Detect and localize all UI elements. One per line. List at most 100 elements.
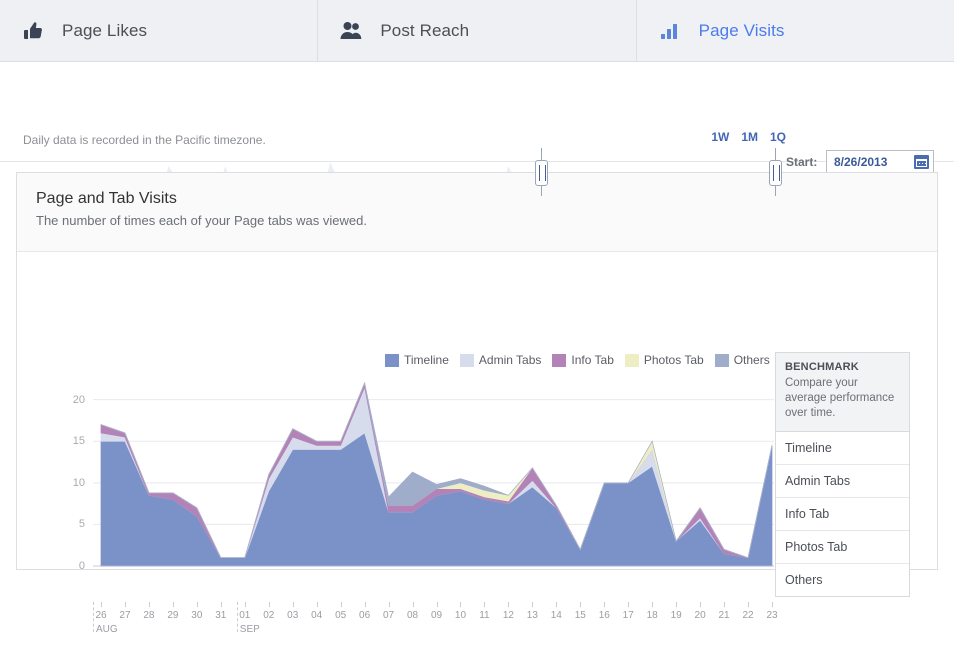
x-axis-tick	[316, 602, 318, 607]
x-axis-tick	[652, 602, 654, 607]
calendar-icon[interactable]	[914, 154, 929, 169]
people-icon	[338, 18, 364, 44]
legend-item-others[interactable]: Others	[714, 353, 770, 367]
legend-label: Info Tab	[571, 353, 614, 367]
x-axis-tick-label: 06	[359, 610, 371, 621]
x-axis-tick-label: 21	[718, 610, 730, 621]
x-axis-tick-label: 15	[574, 610, 586, 621]
x-axis-month-divider	[93, 602, 95, 632]
x-axis-tick-label: 19	[670, 610, 682, 621]
y-axis-tick-label: 20	[72, 393, 85, 406]
tab-page-likes[interactable]: Page Likes	[0, 0, 319, 61]
area-series-timeline[interactable]	[100, 432, 773, 567]
benchmark-subtitle: Compare your average performance over ti…	[785, 377, 895, 420]
benchmark-row-others[interactable]: Others	[776, 564, 909, 596]
date-range-strip: Daily data is recorded in the Pacific ti…	[0, 62, 954, 217]
legend-label: Photos Tab	[643, 353, 704, 367]
x-axis-tick	[604, 602, 606, 607]
benchmark-header: BENCHMARK Compare your average performan…	[776, 353, 909, 432]
x-axis-tick-label: 04	[311, 610, 323, 621]
x-axis-tick-label: 13	[526, 610, 538, 621]
x-axis-month-divider	[236, 602, 239, 632]
x-axis-tick	[220, 602, 222, 607]
x-axis-tick	[724, 602, 726, 607]
x-axis-tick-label: 30	[191, 610, 203, 621]
x-axis-tick	[340, 602, 342, 607]
quick-range-1q[interactable]: 1Q	[770, 130, 786, 144]
page-and-tab-visits-card: Page and Tab Visits The number of times …	[16, 172, 938, 635]
x-axis-tick-label: 26	[95, 610, 107, 621]
benchmark-row-info-tab[interactable]: Info Tab	[776, 498, 909, 531]
benchmark-title: BENCHMARK	[785, 361, 859, 373]
quick-range-1m[interactable]: 1M	[741, 130, 758, 144]
x-axis-tick-label: 10	[454, 610, 467, 621]
brush-handle-start[interactable]	[534, 160, 548, 186]
x-axis-tick	[364, 602, 366, 607]
start-date-label: Start:	[786, 154, 818, 169]
y-axis-tick-label: 15	[72, 435, 85, 448]
x-axis-tick-label: 17	[622, 610, 634, 621]
brush-grip-icon	[773, 165, 780, 181]
quick-range-1w[interactable]: 1W	[711, 130, 729, 144]
benchmark-row-admin-tabs[interactable]: Admin Tabs	[776, 465, 909, 498]
x-axis-tick-label: 16	[598, 610, 610, 621]
x-axis-tick	[484, 602, 486, 607]
legend-swatch-icon	[552, 353, 567, 367]
x-axis-tick	[580, 602, 582, 607]
legend-item-photos-tab[interactable]: Photos Tab	[624, 353, 704, 367]
x-axis-month-label: AUG	[96, 624, 118, 635]
brush-handle-end[interactable]	[769, 160, 782, 186]
x-axis-tick	[460, 602, 462, 607]
x-axis-tick	[244, 602, 246, 607]
x-axis-tick	[172, 602, 174, 607]
start-date-field[interactable]: 8/26/2013	[826, 150, 934, 173]
legend-swatch-icon	[714, 353, 729, 367]
tab-post-reach[interactable]: Post Reach	[318, 0, 637, 61]
legend-swatch-icon	[459, 353, 474, 367]
legend-label: Others	[733, 353, 770, 367]
x-axis-tick-label: 08	[406, 610, 419, 621]
x-axis-tick	[196, 602, 198, 607]
legend-swatch-icon	[385, 353, 399, 367]
x-axis-tick	[268, 602, 270, 607]
x-axis-tick	[124, 602, 126, 607]
x-axis-tick	[772, 602, 773, 607]
legend-item-info-tab[interactable]: Info Tab	[552, 353, 614, 367]
page-visits-insights-app: Page Likes Post Reach Page Visits Daily …	[0, 0, 954, 635]
timezone-note: Daily data is recorded in the Pacific ti…	[23, 133, 266, 147]
x-axis-tick	[412, 602, 414, 607]
start-date-value: 8/26/2013	[834, 154, 888, 169]
x-axis-tick-label: 11	[479, 610, 490, 621]
x-axis-tick-label: 23	[766, 610, 778, 621]
thumbs-up-icon	[20, 18, 46, 44]
x-axis-tick	[532, 602, 534, 607]
x-axis-tick	[676, 602, 678, 607]
benchmark-row-photos-tab[interactable]: Photos Tab	[776, 531, 909, 564]
stacked-area-chart[interactable]	[17, 370, 797, 569]
x-axis-tick	[388, 602, 390, 607]
x-axis-tick	[700, 602, 702, 607]
x-axis-tick	[748, 602, 750, 607]
x-axis-tick	[436, 602, 438, 607]
bar-chart-icon	[657, 18, 683, 44]
tab-post-reach-label: Post Reach	[380, 20, 470, 40]
x-axis-tick-label: 02	[263, 610, 275, 621]
y-axis-tick-label: 0	[78, 560, 85, 572]
x-axis-tick-label: 29	[167, 610, 179, 621]
x-axis-tick-label: 18	[646, 610, 658, 621]
x-axis-tick	[628, 602, 630, 607]
x-axis-tick	[101, 602, 102, 607]
legend-item-admin-tabs[interactable]: Admin Tabs	[459, 353, 541, 367]
x-axis-tick-label: 22	[742, 610, 754, 621]
chart-legend: Timeline Admin Tabs Info Tab Photos Tab Othe…	[385, 353, 770, 367]
tab-page-visits[interactable]: Page Visits	[636, 0, 954, 61]
x-axis-tick	[292, 602, 294, 607]
x-axis-tick-label: 31	[215, 610, 227, 621]
x-axis-tick-label: 09	[430, 610, 443, 621]
x-axis-tick-label: 28	[143, 610, 155, 621]
brush-grip-icon	[538, 165, 546, 181]
card-header: Page and Tab Visits The number of times …	[17, 173, 937, 252]
legend-item-timeline[interactable]: Timeline	[385, 353, 449, 367]
x-axis-tick-label: 27	[119, 610, 131, 621]
benchmark-row-timeline[interactable]: Timeline	[776, 432, 909, 465]
